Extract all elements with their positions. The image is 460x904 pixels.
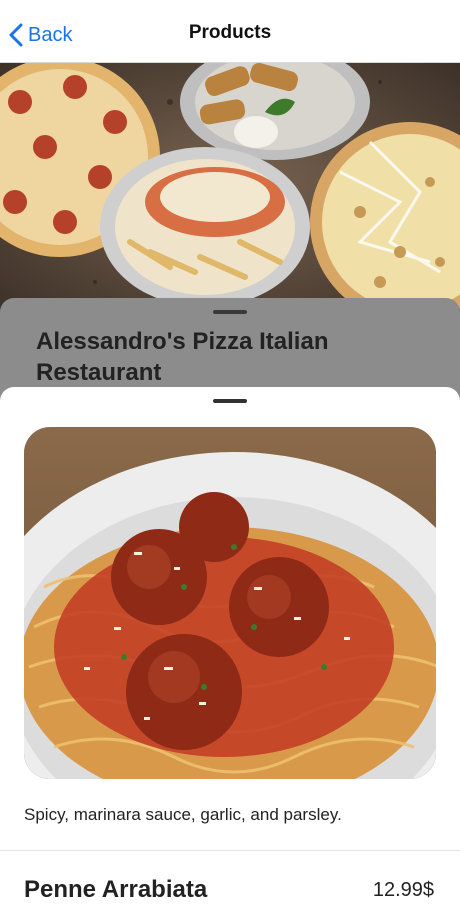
product-image [24,427,436,779]
restaurant-name: Alessandro's Pizza Italian Restaurant [36,328,329,386]
page-title: Products [188,22,272,43]
product-price: 12.99$ [372,879,434,901]
product-sheet: Spicy, marinara sauce, garlic, and parsl… [0,387,460,903]
divider [0,850,460,851]
product-description: Spicy, marinara sauce, garlic, and parsl… [24,805,342,824]
product-sheet-grabber[interactable] [213,399,247,403]
sheet-grabber[interactable] [213,310,247,314]
navigation-bar: Back Products [0,0,460,63]
restaurant-hero-image [0,62,460,312]
